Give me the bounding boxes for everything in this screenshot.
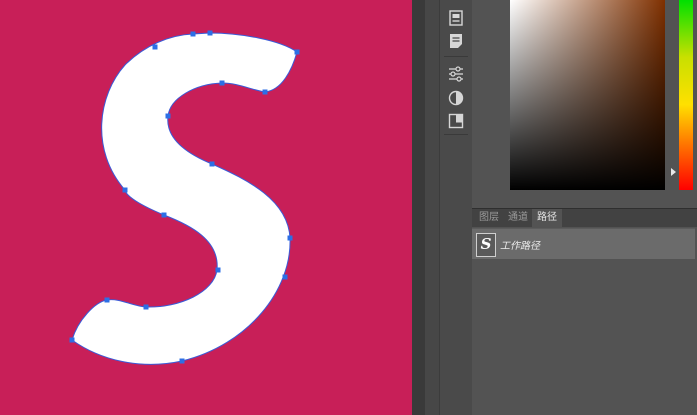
path-anchor-point[interactable] xyxy=(219,80,225,86)
panel-gutter xyxy=(425,0,439,415)
adjustments-icon[interactable] xyxy=(447,65,465,83)
panel-divider[interactable] xyxy=(412,0,425,415)
path-anchor-point[interactable] xyxy=(207,30,213,36)
path-anchor-point[interactable] xyxy=(161,212,167,218)
tab-paths[interactable]: 路径 xyxy=(532,209,562,227)
path-anchor-point[interactable] xyxy=(262,89,268,95)
path-thumbnail-letter: S xyxy=(480,235,492,253)
hue-slider[interactable] xyxy=(679,0,693,190)
tab-layers[interactable]: 图层 xyxy=(474,209,504,227)
actions-icon[interactable] xyxy=(447,32,465,50)
path-anchor-point[interactable] xyxy=(122,187,128,193)
color-picker-field[interactable] xyxy=(510,0,665,190)
path-thumbnail: S xyxy=(476,233,496,257)
work-path-outline[interactable] xyxy=(71,32,298,365)
styles-icon[interactable] xyxy=(447,89,465,107)
panel-tab-bar: 图层 通道 路径 xyxy=(472,208,697,227)
path-anchor-point[interactable] xyxy=(165,113,171,119)
document-canvas[interactable] xyxy=(0,0,412,415)
history-icon[interactable] xyxy=(447,9,465,27)
path-anchor-point[interactable] xyxy=(294,49,300,55)
tab-channels[interactable]: 通道 xyxy=(503,209,533,227)
right-panel-area: 图层 通道 路径 S 工作路径 xyxy=(472,0,697,415)
properties-icon[interactable] xyxy=(447,112,465,130)
path-anchor-point[interactable] xyxy=(282,274,288,280)
path-anchor-point[interactable] xyxy=(190,31,196,37)
path-anchor-point[interactable] xyxy=(209,161,215,167)
path-anchor-point[interactable] xyxy=(179,358,185,364)
strip-separator xyxy=(444,134,468,135)
path-anchor-point[interactable] xyxy=(152,44,158,50)
strip-separator xyxy=(444,56,468,57)
path-anchor-point[interactable] xyxy=(104,297,110,303)
path-list-item[interactable]: S 工作路径 xyxy=(472,228,695,259)
path-anchor-point[interactable] xyxy=(69,337,75,343)
path-anchor-point[interactable] xyxy=(287,235,293,241)
letter-s-shape[interactable] xyxy=(0,0,412,415)
path-anchor-point[interactable] xyxy=(215,267,221,273)
hue-slider-handle[interactable] xyxy=(671,168,676,176)
path-name: 工作路径 xyxy=(500,241,540,252)
path-anchor-point[interactable] xyxy=(143,304,149,310)
panel-icon-strip xyxy=(439,0,473,415)
